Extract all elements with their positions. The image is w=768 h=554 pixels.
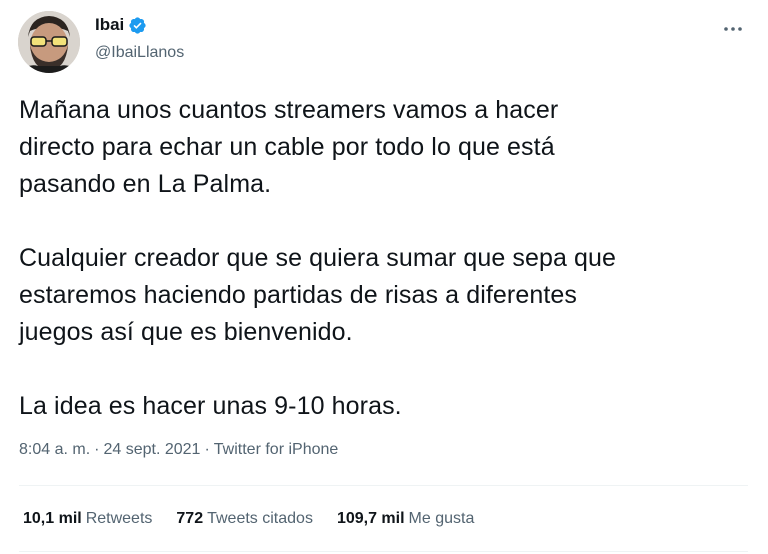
quotes-stat[interactable]: 772 Tweets citados (176, 508, 313, 530)
likes-label: Me gusta (408, 510, 475, 527)
divider (19, 551, 748, 552)
meta-separator: · (204, 441, 210, 458)
tweet-card: Ibai @IbaiLlanos Mañana unos cuantos str… (0, 0, 768, 554)
likes-count: 109,7 mil (336, 510, 405, 527)
likes-stat[interactable]: 109,7 mil Me gusta (337, 508, 474, 530)
author-handle[interactable]: @IbaiLlanos (95, 43, 184, 63)
verified-badge-icon (129, 16, 146, 34)
author-name-row[interactable]: Ibai (95, 14, 147, 36)
more-options-button[interactable] (716, 12, 750, 46)
tweet-time[interactable]: 8:04 a. m. (19, 439, 90, 461)
author-display-name[interactable]: Ibai (95, 14, 124, 36)
quotes-count: 772 (176, 510, 204, 527)
tweet-text: Mañana unos cuantos streamers vamos a ha… (19, 96, 617, 420)
retweets-stat[interactable]: 10,1 mil Retweets (23, 508, 152, 530)
divider (19, 485, 748, 486)
quotes-label: Tweets citados (207, 510, 313, 527)
tweet-date[interactable]: 24 sept. 2021 (103, 439, 200, 461)
tweet-stats: 10,1 mil Retweets 772 Tweets citados 109… (23, 508, 474, 530)
retweets-label: Retweets (85, 510, 153, 527)
tweet-meta: 8:04 a. m. · 24 sept. 2021 · Twitter for… (19, 439, 338, 461)
ellipsis-icon (724, 27, 742, 31)
meta-separator: · (94, 441, 100, 458)
retweets-count: 10,1 mil (23, 510, 82, 527)
avatar[interactable] (18, 11, 80, 73)
tweet-source[interactable]: Twitter for iPhone (214, 439, 339, 461)
avatar-image (18, 11, 80, 73)
